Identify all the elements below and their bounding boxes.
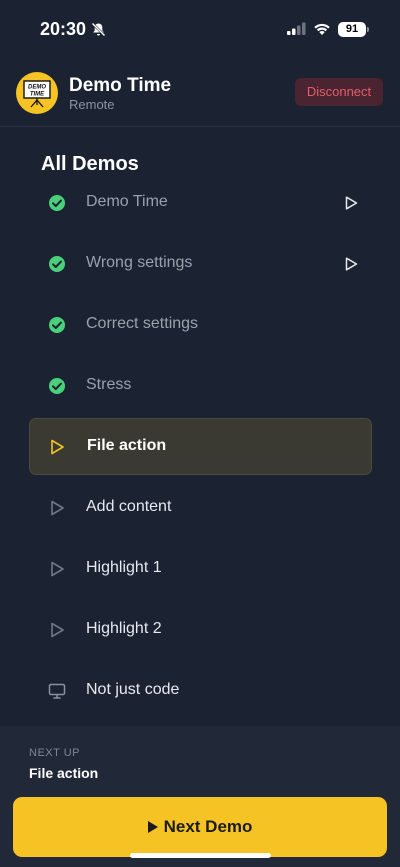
demo-item-stress[interactable]: Stress [29,357,372,414]
status-time: 20:30 [40,19,87,39]
demo-list: Demo Time Wrong settings Correct setting… [29,174,372,723]
footer-panel: NEXT UP File action Next Demo [0,726,400,867]
disconnect-button[interactable]: Disconnect [295,78,383,106]
check-circle-icon [48,377,66,395]
app-logo: DEMO TIME [16,72,58,114]
demo-item-correct-settings[interactable]: Correct settings [29,296,372,353]
next-demo-button[interactable]: Next Demo [13,797,387,857]
play-icon[interactable] [345,196,358,210]
demo-item-add-content[interactable]: Add content [29,479,372,536]
demo-item-label: Highlight 1 [86,559,162,576]
svg-text:TIME: TIME [30,92,45,98]
app-screen: 20:30 91 DEMO TIME Demo Time Remote Disc… [0,0,400,867]
app-title: Demo Time [69,75,172,96]
app-header: DEMO TIME Demo Time Remote Disconnect [0,60,400,127]
battery-cap [367,27,369,32]
section-title: All Demos [41,153,139,175]
demo-item-label: Add content [86,498,172,515]
demo-item-label: Demo Time [86,193,168,210]
battery-indicator: 91 [338,22,366,37]
cellular-signal-icon [287,22,307,41]
demo-item-label: Stress [86,376,132,393]
demo-item-wrong-settings[interactable]: Wrong settings [29,235,372,292]
next-up-value: File action [29,765,99,781]
demo-item-file-action[interactable]: File action [29,418,372,475]
demo-item-not-just-code[interactable]: Not just code [29,662,372,719]
demo-item-label: Highlight 2 [86,620,162,637]
demo-item-label: Correct settings [86,315,199,332]
check-circle-icon [48,194,66,212]
monitor-icon [48,682,66,700]
next-demo-button-label: Next Demo [163,817,253,836]
play-outline-icon [48,438,66,456]
demo-item-label: File action [87,437,167,454]
check-circle-icon [48,316,66,334]
demo-item-demo-time[interactable]: Demo Time [29,174,372,231]
play-outline-icon [48,499,66,517]
play-outline-icon [48,560,66,578]
demo-item-highlight-2[interactable]: Highlight 2 [29,601,372,658]
check-circle-icon [48,255,66,273]
play-outline-icon [48,621,66,639]
wifi-icon [313,22,331,41]
home-indicator[interactable] [130,853,271,858]
status-bar: 20:30 91 [0,0,400,60]
app-subtitle: Remote [69,97,115,112]
play-icon [147,821,158,833]
demo-item-label: Wrong settings [86,254,193,271]
next-up-label: NEXT UP [29,747,80,759]
bell-muted-icon [91,22,106,42]
play-icon[interactable] [345,257,358,271]
svg-text:DEMO: DEMO [28,85,46,91]
demo-item-label: Not just code [86,681,180,698]
demo-item-highlight-1[interactable]: Highlight 1 [29,540,372,597]
